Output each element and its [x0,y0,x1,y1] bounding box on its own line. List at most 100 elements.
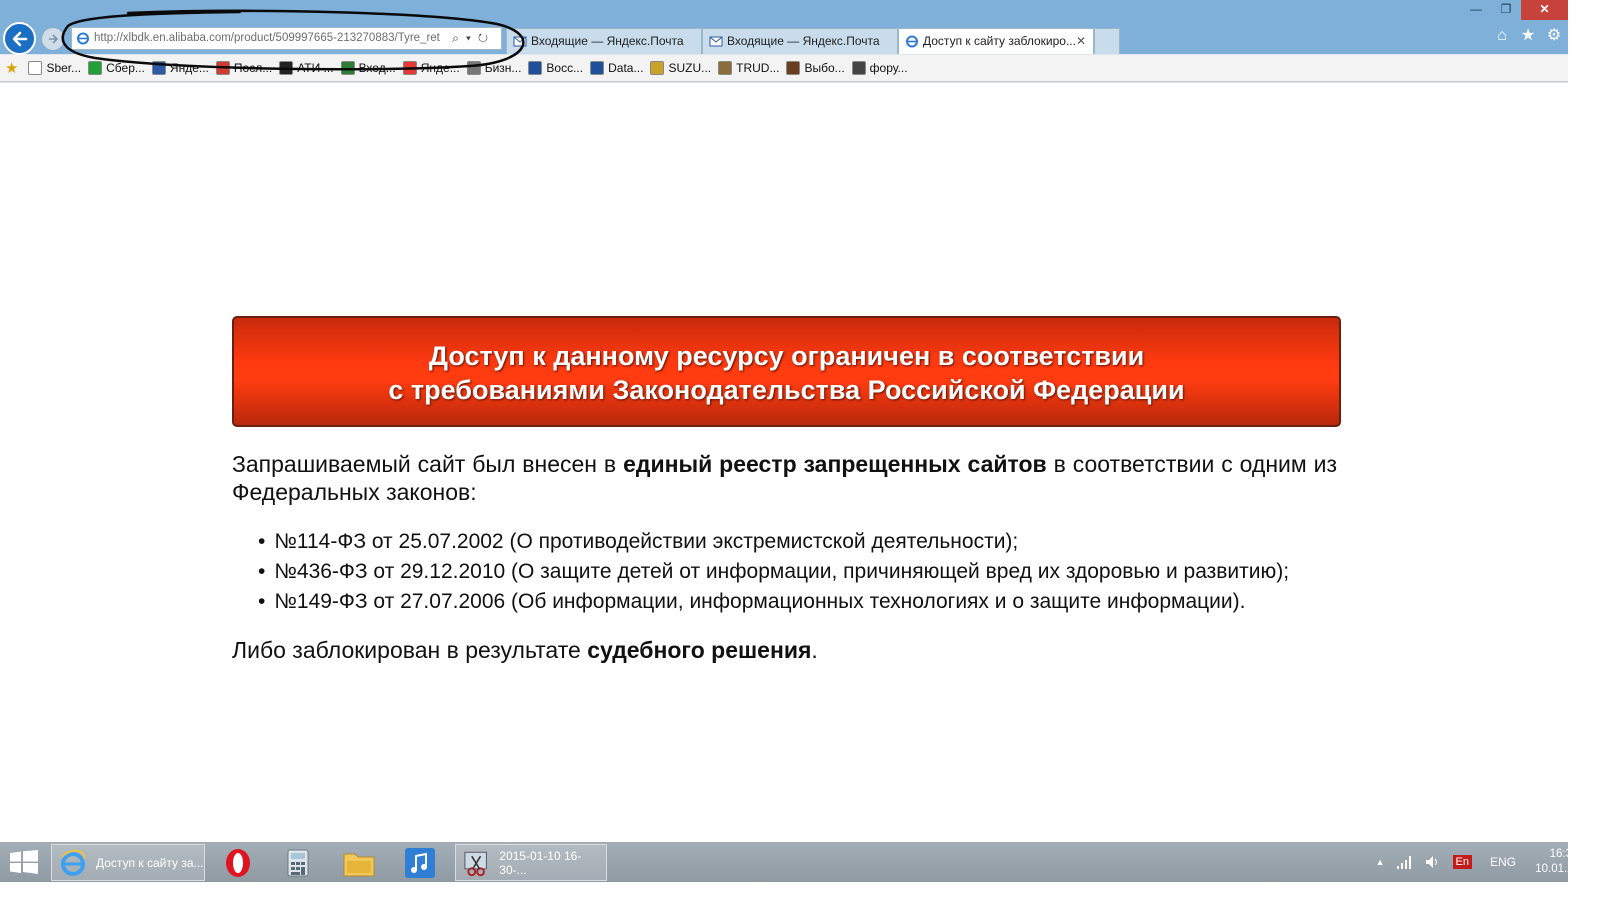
screenshot-tool-icon [464,851,487,876]
opera-icon [226,848,250,877]
new-tab-button[interactable] [1094,28,1120,54]
home-icon[interactable]: ⌂ [1494,27,1510,45]
browser-chrome: http://xlbdk.en.alibaba.com/product/5099… [0,0,1568,83]
intro-part: Запрашиваемый сайт был внесен в [232,451,624,477]
court-emphasis: судебного решения [587,637,812,663]
taskbar-snip-window[interactable]: 2015-01-10 16-30-... [455,844,607,881]
toolbar-icons: ⌂ ★ ⚙ [1494,27,1562,45]
favorite-item[interactable]: Sber... [28,61,81,75]
favorite-label: Янде... [420,61,460,75]
favorite-item[interactable]: Data... [590,61,643,75]
registry-emphasis: единый реестр запрещенных сайтов [623,451,1047,477]
favorites-bar: ★ Sber... Сбер... Янде... Посл... АТИ ... Вхо… [0,55,1568,82]
blocked-page: Доступ к данному ресурсу ограничен в соо… [0,83,1568,842]
favorite-label: Восс... [546,61,584,75]
forward-button[interactable] [41,27,65,51]
clock[interactable]: 16:30 10.01.2015 [1528,847,1600,877]
clock-date: 10.01.2015 [1535,863,1593,875]
favorite-item[interactable]: TRUD... [718,61,779,75]
address-tools[interactable]: ⌕▾↻ [452,28,495,49]
block-notice-banner: Доступ к данному ресурсу ограничен в соо… [232,316,1341,427]
favorite-item[interactable]: АТИ ... [279,61,334,75]
taskbar-window-label: 2015-01-10 16-30-... [499,848,582,877]
music-icon [405,847,435,878]
tray-expand-icon[interactable]: ▲ [1376,857,1385,867]
gear-icon[interactable]: ⚙ [1546,27,1562,45]
favorite-label: Бизн... [484,61,522,75]
keyboard-layout-badge[interactable]: En [1452,855,1472,869]
arrow-left-icon [12,31,27,46]
sberbank-icon [88,61,103,75]
favorite-label: Янде... [169,61,209,75]
favorite-item[interactable]: Сбер... [88,61,145,75]
favorite-label: Посл... [233,61,273,75]
favorite-label: фору... [869,61,908,75]
favorite-item[interactable]: SUZU... [650,61,711,75]
page-icon [851,61,866,75]
mail-icon [513,36,527,47]
favorite-label: TRUD... [736,61,780,75]
favorite-label: Sber... [46,61,82,75]
favorite-label: SUZU... [668,61,712,75]
ie-icon [77,32,89,45]
tab-inbox-2[interactable]: Входящие — Яндекс.Почта [702,28,898,54]
banner-line-2: с требованиями Законодательства Российск… [388,375,1185,405]
tab-label: Входящие — Яндекс.Почта [531,34,684,48]
court-decision-text: Либо заблокирован в результате судебного… [232,637,818,664]
favorite-item[interactable]: Бизн... [466,61,522,75]
page-icon [466,61,481,75]
favorite-label: Вход... [358,61,396,75]
input-language[interactable]: ENG [1490,855,1516,869]
url-text[interactable]: http://xlbdk.en.alibaba.com/product/5099… [94,28,448,49]
page-icon [28,61,43,75]
taskbar-explorer[interactable] [336,844,382,881]
ie-icon [61,849,86,876]
favorite-item[interactable]: Выбо... [786,61,845,75]
outro-part: . [811,637,818,663]
restore-button[interactable]: ❐ [1491,0,1521,20]
address-bar[interactable]: http://xlbdk.en.alibaba.com/product/5099… [71,27,502,50]
law-item: №436-ФЗ от 29.12.2010 (О защите детей от… [258,557,1289,587]
page-icon [650,61,665,75]
ie-icon [906,35,918,48]
back-button[interactable] [3,22,36,55]
taskbar-opera[interactable] [215,844,261,881]
window-controls: — ❐ ✕ [1461,0,1568,20]
windows-start-icon[interactable] [10,850,38,874]
tab-label: Входящие — Яндекс.Почта [727,34,880,48]
close-tab-icon[interactable]: ✕ [1076,29,1086,53]
intro-text: Запрашиваемый сайт был внесен в единый р… [232,450,1337,506]
taskbar-calculator[interactable] [275,844,321,881]
law-item: №114-ФЗ от 25.07.2002 (О противодействии… [258,527,1289,557]
favorite-item[interactable]: Вход... [340,61,396,75]
yandex-icon [402,61,417,75]
minimize-button[interactable]: — [1461,0,1491,20]
favorite-label: Data... [608,61,644,75]
mail-icon [709,36,723,47]
taskbar-ie-window[interactable]: Доступ к сайту за... [51,844,205,881]
arrow-right-icon [49,34,59,44]
tab-blocked-site[interactable]: Доступ к сайту заблокиро... ✕ [898,28,1094,54]
favorite-item[interactable]: Янде... [151,61,209,75]
favorite-item[interactable]: Восс... [528,61,583,75]
page-icon [718,61,733,75]
taskbar-music-app[interactable] [397,844,443,881]
taskbar-window-label: Доступ к сайту за... [96,855,204,870]
volume-icon[interactable] [1425,855,1441,869]
clock-time: 16:30 [1549,848,1579,860]
outro-part: Либо заблокирован в результате [232,637,588,663]
favorite-item[interactable]: Посл... [215,61,273,75]
star-icon[interactable]: ★ [1520,27,1536,45]
favorite-item[interactable]: фору... [851,61,908,75]
favorite-label: Сбер... [106,61,145,75]
tab-inbox-1[interactable]: Входящие — Яндекс.Почта [506,28,702,54]
mail-icon [151,61,166,75]
globe-icon [528,61,543,75]
network-signal-icon[interactable] [1396,855,1413,869]
favorite-item[interactable]: Янде... [402,61,460,75]
globe-icon [590,61,605,75]
close-window-button[interactable]: ✕ [1521,0,1568,20]
favorites-star-icon[interactable]: ★ [5,59,18,77]
gmail-icon [215,61,230,75]
favorite-label: АТИ ... [297,61,334,75]
